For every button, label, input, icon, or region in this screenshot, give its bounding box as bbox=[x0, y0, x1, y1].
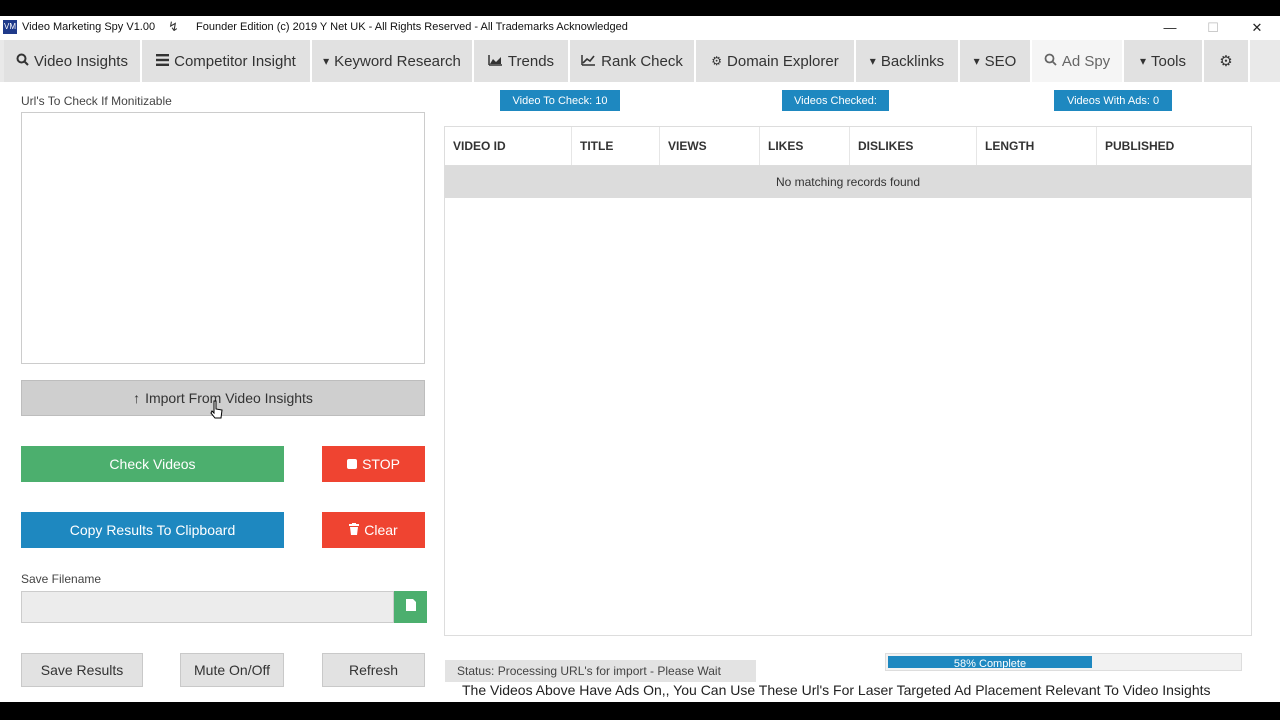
stop-icon bbox=[347, 459, 358, 469]
refresh-label: Refresh bbox=[348, 662, 399, 678]
empty-table-message: No matching records found bbox=[445, 166, 1251, 198]
arrow-up-icon: ↑ bbox=[133, 390, 141, 406]
column-header-video-id[interactable]: VIDEO ID bbox=[445, 127, 572, 165]
results-table: VIDEO ID TITLE VIEWS LIKES DISLIKES LENG… bbox=[444, 126, 1252, 636]
app-window: VM Video Marketing Spy V1.00 ↯ Founder E… bbox=[0, 16, 1280, 702]
edition-text: Founder Edition (c) 2019 Y Net UK - All … bbox=[196, 21, 628, 33]
tab-backlinks[interactable]: ▾ Backlinks bbox=[856, 40, 960, 82]
save-filename-input[interactable] bbox=[21, 591, 394, 623]
mouse-cursor-icon bbox=[210, 400, 223, 419]
save-file-button[interactable] bbox=[394, 591, 427, 623]
mute-button[interactable]: Mute On/Off bbox=[180, 653, 284, 687]
trash-icon bbox=[349, 522, 360, 538]
column-header-published[interactable]: PUBLISHED bbox=[1097, 127, 1251, 165]
tab-ad-spy[interactable]: Ad Spy bbox=[1032, 40, 1124, 82]
tab-keyword-research[interactable]: ▾ Keyword Research bbox=[312, 40, 474, 82]
save-filename-label: Save Filename bbox=[21, 572, 102, 586]
tab-label: Tools bbox=[1151, 52, 1187, 70]
title-bar: VM Video Marketing Spy V1.00 ↯ Founder E… bbox=[0, 16, 1280, 40]
tab-seo[interactable]: ▾ SEO bbox=[960, 40, 1032, 82]
save-results-label: Save Results bbox=[40, 662, 124, 678]
mute-label: Mute On/Off bbox=[194, 662, 270, 678]
caret-down-icon: ▾ bbox=[323, 54, 330, 68]
column-header-dislikes[interactable]: DISLIKES bbox=[850, 127, 977, 165]
tab-tools[interactable]: ▾ Tools bbox=[1124, 40, 1204, 82]
search-icon bbox=[1044, 53, 1057, 69]
column-header-likes[interactable]: LIKES bbox=[760, 127, 850, 165]
videos-checked-badge: Videos Checked: bbox=[782, 90, 889, 111]
close-button[interactable]: ✕ bbox=[1237, 18, 1277, 38]
main-nav: Video Insights Competitor Insight ▾ Keyw… bbox=[0, 40, 1280, 82]
stop-label: STOP bbox=[362, 456, 400, 472]
footer-note: The Videos Above Have Ads On,, You Can U… bbox=[462, 682, 1211, 698]
save-results-button[interactable]: Save Results bbox=[21, 653, 143, 687]
caret-down-icon: ▾ bbox=[1139, 54, 1146, 68]
file-icon bbox=[405, 598, 416, 616]
cogs-icon: ⚙ bbox=[1219, 53, 1233, 70]
tab-settings[interactable]: ⚙ bbox=[1204, 40, 1250, 82]
tab-label: Trends bbox=[507, 52, 555, 70]
tab-label: Video Insights bbox=[34, 52, 128, 70]
progress-bar: 58% Complete bbox=[885, 653, 1242, 671]
import-button-label: Import From Video Insights bbox=[145, 390, 313, 406]
app-logo-icon: VM bbox=[3, 20, 17, 34]
table-header: VIDEO ID TITLE VIEWS LIKES DISLIKES LENG… bbox=[445, 127, 1251, 166]
tab-label: Backlinks bbox=[880, 52, 945, 70]
gear-icon: ⚙ bbox=[711, 54, 723, 68]
tab-competitor-insight[interactable]: Competitor Insight bbox=[142, 40, 312, 82]
tab-domain-explorer[interactable]: ⚙ Domain Explorer bbox=[696, 40, 856, 82]
column-header-views[interactable]: VIEWS bbox=[660, 127, 760, 165]
minimize-button[interactable]: — bbox=[1150, 18, 1190, 38]
search-icon bbox=[16, 53, 29, 69]
app-title: Video Marketing Spy V1.00 bbox=[22, 21, 156, 33]
videos-to-check-badge: Video To Check: 10 bbox=[500, 90, 620, 111]
tab-label: Rank Check bbox=[601, 52, 683, 70]
status-text: Status: Processing URL's for import - Pl… bbox=[445, 660, 756, 682]
column-header-length[interactable]: LENGTH bbox=[977, 127, 1097, 165]
clear-button[interactable]: Clear bbox=[322, 512, 425, 548]
copy-results-button[interactable]: Copy Results To Clipboard bbox=[21, 512, 284, 548]
refresh-button[interactable]: Refresh bbox=[322, 653, 425, 687]
tab-video-insights[interactable]: Video Insights bbox=[4, 40, 142, 82]
column-header-title[interactable]: TITLE bbox=[572, 127, 660, 165]
videos-with-ads-badge: Videos With Ads: 0 bbox=[1054, 90, 1172, 111]
line-chart-icon bbox=[581, 54, 596, 69]
urls-textarea[interactable] bbox=[21, 112, 425, 364]
check-videos-button[interactable]: Check Videos bbox=[21, 446, 284, 482]
urls-label: Url's To Check If Monitizable bbox=[21, 94, 172, 108]
clear-label: Clear bbox=[364, 522, 398, 538]
area-chart-icon bbox=[488, 54, 503, 69]
copy-results-label: Copy Results To Clipboard bbox=[69, 522, 236, 538]
tab-label: Keyword Research bbox=[334, 52, 461, 70]
caret-down-icon: ▾ bbox=[973, 54, 980, 68]
stop-button[interactable]: STOP bbox=[322, 446, 425, 482]
progress-label: 58% Complete bbox=[953, 658, 1027, 670]
tab-label: SEO bbox=[984, 52, 1017, 70]
tab-rank-check[interactable]: Rank Check bbox=[570, 40, 696, 82]
caret-down-icon: ▾ bbox=[869, 54, 876, 68]
edition-icon: ↯ bbox=[168, 19, 179, 34]
tab-label: Ad Spy bbox=[1061, 52, 1111, 70]
maximize-button[interactable]: ☐ bbox=[1193, 18, 1233, 38]
check-videos-label: Check Videos bbox=[109, 456, 196, 472]
tab-label: Competitor Insight bbox=[174, 52, 296, 70]
list-icon bbox=[156, 53, 170, 69]
tab-trends[interactable]: Trends bbox=[474, 40, 570, 82]
tab-label: Domain Explorer bbox=[727, 52, 839, 70]
progress-bar-fill: 58% Complete bbox=[888, 656, 1092, 670]
